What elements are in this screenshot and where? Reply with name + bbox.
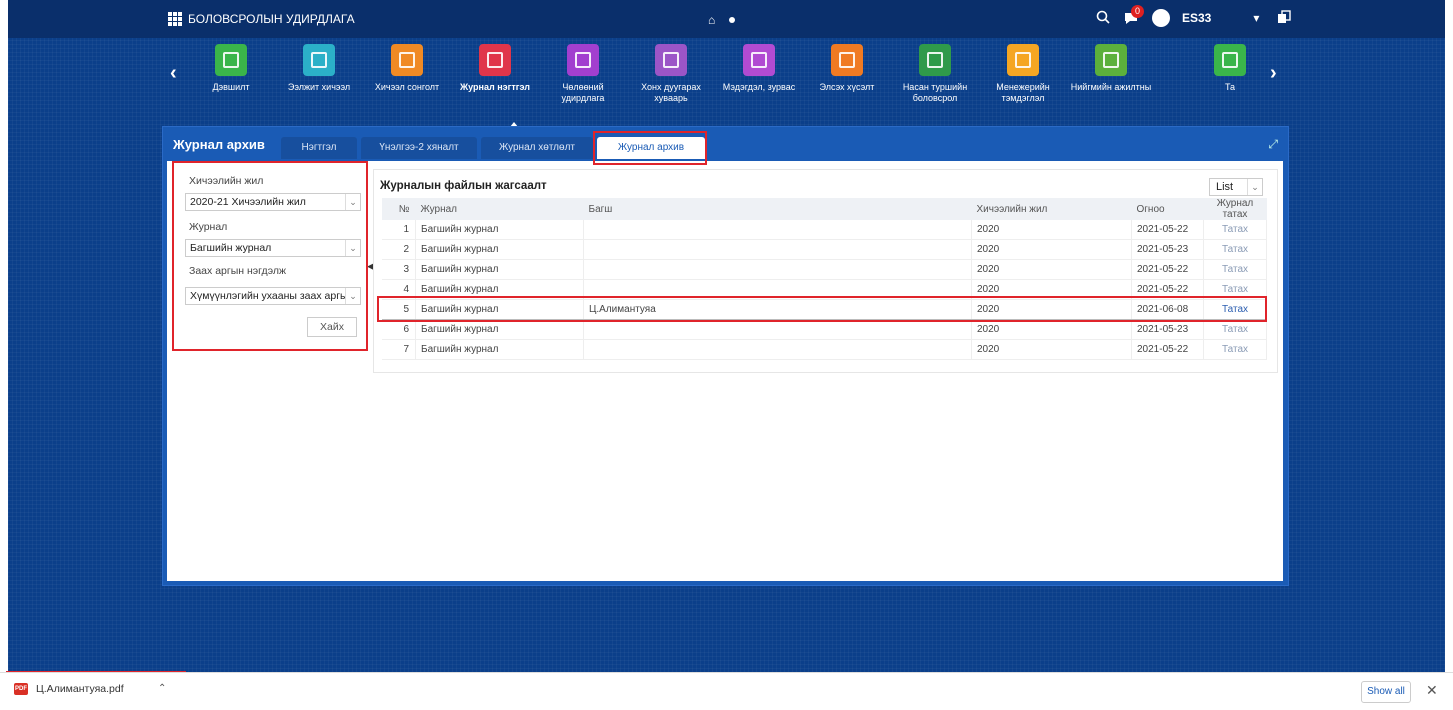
module-tile-icon bbox=[919, 44, 951, 76]
method-select[interactable]: Хүмүүнлэгийн ухааны заах аргы ⌄ bbox=[185, 287, 361, 305]
col-year[interactable]: Хичээлийн жил bbox=[971, 198, 1132, 220]
tab-journal-archive[interactable]: Журнал архив bbox=[597, 137, 705, 159]
module-social-worker[interactable]: Нийгмийн ажилтны bbox=[1070, 44, 1152, 93]
panel-body: Хичээлийн жил 2020-21 Хичээлийн жил ⌄ Жу… bbox=[167, 161, 1283, 581]
module-strip: ‹ Дэвшилт Ээлжит хичээл Хичээл сонголт Ж… bbox=[160, 40, 1288, 130]
module-tile-icon bbox=[479, 44, 511, 76]
brand[interactable]: БОЛОВСРОЛЫН УДИРДЛАГА bbox=[168, 12, 355, 26]
col-teacher[interactable]: Багш bbox=[583, 198, 972, 220]
journal-select[interactable]: Багшийн журнал ⌄ bbox=[185, 239, 361, 257]
table-row-selected[interactable]: 5 Багшийн журнал Ц.Алимантуяа 2020 2021-06-0… bbox=[382, 299, 1267, 320]
top-bar: БОЛОВСРОЛЫН УДИРДЛАГА ⌂ 0 ES33 ▾ bbox=[8, 0, 1445, 38]
module-manager-notes[interactable]: Менежерийн тэмдэглэл bbox=[982, 44, 1064, 104]
right-margin bbox=[1445, 0, 1453, 672]
col-date[interactable]: Огноо bbox=[1131, 198, 1204, 220]
download-link[interactable]: Татах bbox=[1203, 220, 1267, 240]
notification-badge: 0 bbox=[1131, 5, 1144, 18]
module-tile-icon bbox=[567, 44, 599, 76]
download-link[interactable]: Татах bbox=[1203, 339, 1267, 360]
col-journal[interactable]: Журнал bbox=[415, 198, 584, 220]
notification-icon[interactable]: 0 bbox=[1122, 5, 1144, 27]
left-margin bbox=[0, 0, 8, 672]
module-course-selection[interactable]: Хичээл сонголт bbox=[366, 44, 448, 93]
module-tile-icon bbox=[1095, 44, 1127, 76]
table-row[interactable]: 3 Багшийн журнал 2020 2021-05-22 Татах bbox=[382, 259, 1267, 280]
table-row[interactable]: 1 Багшийн журнал 2020 2021-05-22 Татах bbox=[382, 220, 1267, 240]
module-tile-icon bbox=[1007, 44, 1039, 76]
pdf-file-icon: PDF bbox=[14, 683, 28, 695]
year-select[interactable]: 2020-21 Хичээлийн жил ⌄ bbox=[185, 193, 361, 211]
panel-title: Журнал архив bbox=[173, 137, 265, 152]
module-tile-icon bbox=[831, 44, 863, 76]
show-all-button[interactable]: Show all bbox=[1361, 681, 1411, 703]
home-icon[interactable]: ⌂ bbox=[708, 13, 715, 27]
download-link[interactable]: Татах bbox=[1203, 239, 1267, 260]
module-tile-icon bbox=[391, 44, 423, 76]
chevron-down-icon[interactable]: ▾ bbox=[1253, 11, 1259, 25]
journal-file-list: Журналын файлын жагсаалт List ⌄ № Журнал… bbox=[373, 169, 1278, 373]
year-label: Хичээлийн жил bbox=[189, 175, 264, 187]
dot-indicator-icon[interactable] bbox=[729, 17, 736, 23]
search-icon[interactable] bbox=[1096, 10, 1110, 27]
module-lifelong-education[interactable]: Насан туршийн боловсрол bbox=[894, 44, 976, 104]
user-name[interactable]: ES33 bbox=[1182, 11, 1211, 25]
list-title: Журналын файлын жагсаалт bbox=[380, 180, 547, 192]
method-label: Заах аргын нэгдэлж bbox=[189, 265, 286, 277]
chevron-left-icon[interactable]: ‹ bbox=[170, 62, 177, 85]
journal-archive-panel: Журнал архив Нэгтгэл Үнэлгээ-2 хяналт Жу… bbox=[162, 126, 1289, 586]
table-row[interactable]: 4 Багшийн журнал 2020 2021-05-22 Татах bbox=[382, 279, 1267, 300]
module-messages[interactable]: Мэдэгдэл, зурвас bbox=[718, 44, 800, 93]
collapse-handle-icon[interactable]: ◀ bbox=[367, 261, 374, 271]
view-mode-select[interactable]: List ⌄ bbox=[1209, 178, 1263, 196]
teacher-name: Ц.Алимантуяа bbox=[583, 299, 972, 320]
layers-icon[interactable] bbox=[1277, 9, 1292, 27]
module-advancement[interactable]: Дэвшилт bbox=[190, 44, 272, 93]
chevron-down-icon: ⌄ bbox=[345, 240, 360, 256]
col-download[interactable]: Журнал татах bbox=[1203, 198, 1267, 220]
module-tile-icon bbox=[215, 44, 247, 76]
module-journal-summary[interactable]: Журнал нэгтгэл bbox=[454, 44, 536, 93]
module-bell-schedule[interactable]: Хонх дуугарах хуваарь bbox=[630, 44, 712, 104]
download-file-name: Ц.Алимантуяа.pdf bbox=[36, 683, 124, 695]
module-tile-icon bbox=[303, 44, 335, 76]
brand-title: БОЛОВСРОЛЫН УДИРДЛАГА bbox=[188, 12, 355, 26]
apps-grid-icon bbox=[168, 12, 182, 26]
download-item[interactable]: PDF Ц.Алимантуяа.pdf bbox=[14, 683, 124, 695]
download-link[interactable]: Татах bbox=[1203, 259, 1267, 280]
chevron-down-icon: ⌄ bbox=[345, 288, 360, 304]
filter-form: Хичээлийн жил 2020-21 Хичээлийн жил ⌄ Жу… bbox=[175, 161, 361, 351]
module-tile-icon bbox=[743, 44, 775, 76]
table-header-row: № Журнал Багш Хичээлийн жил Огноо Журнал… bbox=[382, 198, 1267, 220]
chevron-right-icon[interactable]: › bbox=[1270, 62, 1277, 85]
table-row[interactable]: 2 Багшийн журнал 2020 2021-05-23 Татах bbox=[382, 239, 1267, 260]
table-row[interactable]: 6 Багшийн журнал 2020 2021-05-23 Татах bbox=[382, 319, 1267, 340]
close-icon[interactable]: ✕ bbox=[1426, 682, 1438, 699]
tab-journal-keeping[interactable]: Журнал хөтлөлт bbox=[481, 137, 593, 159]
table-row[interactable]: 7 Багшийн журнал 2020 2021-05-22 Татах bbox=[382, 339, 1267, 360]
top-center-nav: ⌂ bbox=[708, 13, 736, 27]
module-tile-icon bbox=[655, 44, 687, 76]
tab-summary[interactable]: Нэгтгэл bbox=[281, 137, 357, 159]
journal-label: Журнал bbox=[189, 221, 228, 233]
col-number[interactable]: № bbox=[382, 198, 416, 220]
download-link[interactable]: Татах bbox=[1203, 299, 1267, 320]
search-button[interactable]: Хайх bbox=[307, 317, 357, 337]
expand-icon[interactable]: ⤢ bbox=[1268, 137, 1278, 152]
top-right-tools: 0 ES33 ▾ bbox=[1096, 5, 1292, 27]
module-shift-lesson[interactable]: Ээлжит хичээл bbox=[278, 44, 360, 93]
module-partial[interactable]: Та bbox=[1210, 44, 1250, 93]
chevron-down-icon: ⌄ bbox=[1247, 179, 1262, 195]
module-leave-management[interactable]: Чөлөөний удирдлага bbox=[542, 44, 624, 104]
download-bar: PDF Ц.Алимантуяа.pdf ⌃ Show all ✕ bbox=[0, 672, 1453, 710]
chevron-up-icon[interactable]: ⌃ bbox=[158, 683, 166, 694]
journal-table: № Журнал Багш Хичээлийн жил Огноо Журнал… bbox=[382, 198, 1267, 360]
tab-grade-control[interactable]: Үнэлгээ-2 хяналт bbox=[361, 137, 477, 159]
avatar[interactable] bbox=[1152, 9, 1170, 27]
module-tile-icon bbox=[1214, 44, 1246, 76]
download-link[interactable]: Татах bbox=[1203, 279, 1267, 300]
module-enrollment-request[interactable]: Элсэх хүсэлт bbox=[806, 44, 888, 93]
download-link[interactable]: Татах bbox=[1203, 319, 1267, 340]
chevron-down-icon: ⌄ bbox=[345, 194, 360, 210]
